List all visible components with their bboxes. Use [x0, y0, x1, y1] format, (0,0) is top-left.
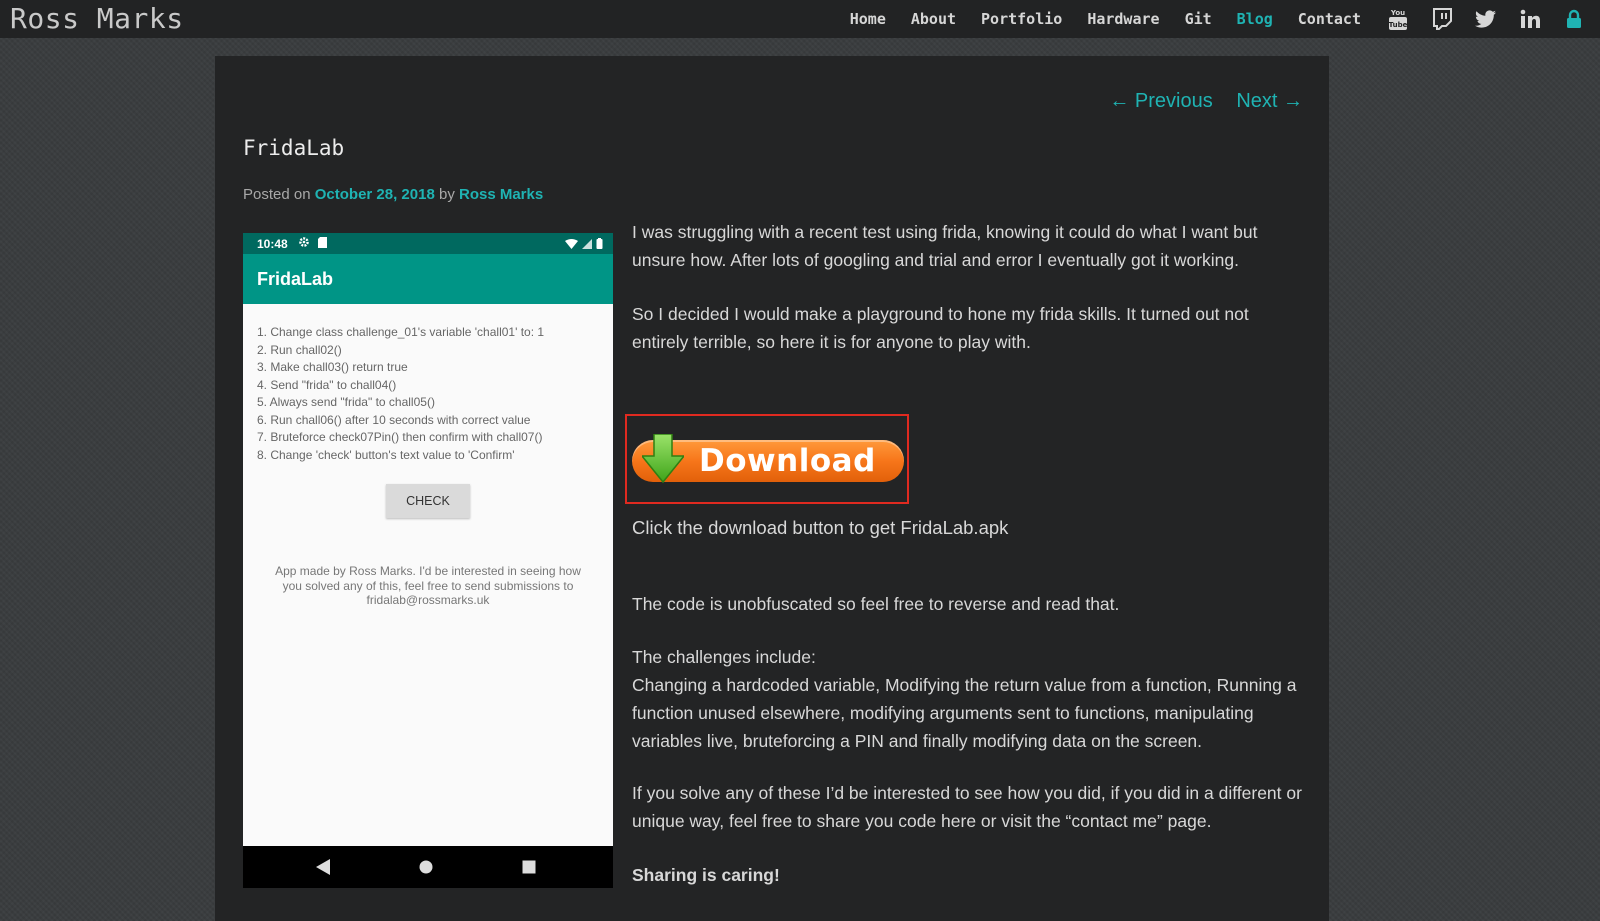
author-link[interactable]: Ross Marks [459, 186, 543, 203]
posted-on-label: Posted on [243, 186, 311, 203]
phone-status-right [565, 238, 603, 249]
settings-icon [298, 236, 310, 251]
list-item: 6. Run chall06() after 10 seconds with c… [257, 412, 531, 427]
app-screenshot: 10:48 FridaLab 1. Change class challenge… [243, 233, 613, 888]
post-meta: Posted on October 28, 2018 by Ross Marks [243, 186, 543, 203]
nav-blog[interactable]: Blog [1237, 10, 1273, 28]
playground-paragraph: So I decided I would make a playground t… [632, 304, 1249, 352]
phone-app-bar: FridaLab [243, 254, 613, 304]
lock-icon[interactable] [1562, 7, 1586, 31]
phone-time: 10:48 [257, 236, 288, 251]
list-item: 4. Send "frida" to chall04() [257, 377, 397, 392]
download-button[interactable]: Download [632, 434, 904, 484]
social-links: You Tube [1386, 7, 1586, 31]
download-arrow-icon [642, 434, 684, 484]
nav-contact[interactable]: Contact [1298, 10, 1361, 28]
phone-nav-bar [243, 846, 613, 888]
sd-card-icon [317, 236, 327, 251]
main-nav: Home About Portfolio Hardware Git Blog C… [850, 0, 1600, 38]
youtube-icon[interactable]: You Tube [1386, 7, 1410, 31]
download-button-frame: Download [625, 414, 909, 504]
twitter-icon[interactable] [1474, 7, 1498, 31]
download-caption: Click the download button to get FridaLa… [632, 517, 1009, 538]
nav-portfolio[interactable]: Portfolio [981, 10, 1062, 28]
next-post-link[interactable]: Next → [1236, 90, 1303, 112]
list-item: 7. Bruteforce check07Pin() then confirm … [257, 430, 543, 444]
list-item: 3. Make chall03() return true [257, 360, 408, 374]
nav-git[interactable]: Git [1185, 10, 1212, 28]
list-item: 1. Change class challenge_01's variable … [257, 325, 545, 339]
list-item: 5. Always send "frida" to chall05() [257, 395, 435, 409]
battery-icon [596, 238, 603, 249]
nav-home[interactable]: Home [850, 10, 886, 28]
phone-status-bar: 10:48 [243, 233, 613, 254]
solve-paragraph: If you solve any of these I’d be interes… [632, 783, 1302, 831]
home-icon [419, 860, 433, 874]
top-bar: Ross Marks Home About Portfolio Hardware… [0, 0, 1600, 38]
post-navigation: ← Previous Next → [1091, 90, 1303, 113]
recents-icon [522, 860, 536, 874]
challenges-heading: The challenges include: [632, 647, 816, 667]
by-label: by [438, 186, 455, 203]
signal-icon [582, 238, 592, 249]
download-label: Download [699, 443, 876, 479]
list-item: 2. Run chall02() [257, 342, 342, 357]
app-title: FridaLab [257, 268, 334, 289]
challenges-paragraph: Changing a hardcoded variable, Modifying… [632, 675, 1297, 751]
svg-text:Tube: Tube [1389, 21, 1407, 29]
back-icon [316, 859, 330, 875]
site-title-link[interactable]: Ross Marks [10, 2, 184, 35]
previous-post-link[interactable]: ← Previous [1109, 90, 1212, 112]
app-credit-text: App made by Ross Marks. I'd be intereste… [275, 564, 581, 607]
twitch-icon[interactable] [1430, 7, 1454, 31]
post-title: FridaLab [243, 136, 345, 160]
list-item: 8. Change 'check' button's text value to… [257, 447, 515, 462]
article-panel: ← Previous Next → FridaLab Posted on Oct… [215, 56, 1329, 921]
check-button: CHECK [386, 484, 470, 518]
intro-paragraph: I was struggling with a recent test usin… [632, 222, 1258, 270]
nav-about[interactable]: About [911, 10, 956, 28]
post-date-link[interactable]: October 28, 2018 [315, 186, 435, 203]
unobfuscated-paragraph: The code is unobfuscated so feel free to… [632, 594, 1120, 614]
nav-hardware[interactable]: Hardware [1087, 10, 1159, 28]
challenge-list: 1. Change class challenge_01's variable … [243, 324, 613, 464]
linkedin-icon[interactable] [1518, 7, 1542, 31]
wifi-icon [565, 238, 578, 249]
svg-text:You: You [1390, 9, 1405, 17]
sharing-text: Sharing is caring! [632, 865, 780, 885]
